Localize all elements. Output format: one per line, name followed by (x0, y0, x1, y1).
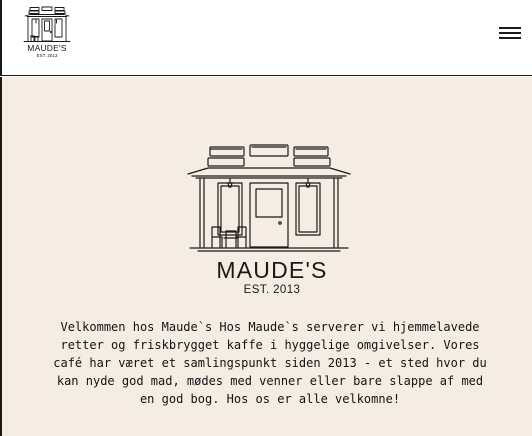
header-logo[interactable]: MAUDE'S EST. 2013 (20, 6, 74, 58)
menu-button[interactable] (496, 22, 526, 42)
cafe-storefront-icon (187, 144, 351, 252)
hero-section: MAUDE'S EST. 2013 Velkommen hos Maude`s … (0, 77, 532, 436)
hero-logo: MAUDE'S EST. 2013 (182, 143, 356, 303)
hero-intro-text: Velkommen hos Maude`s Hos Maude`s server… (53, 320, 487, 406)
menu-bar (499, 27, 521, 29)
menu-bar (499, 32, 521, 34)
cafe-storefront-icon (23, 6, 71, 42)
header-logo-est: EST. 2013 (36, 53, 58, 58)
site-header: MAUDE'S EST. 2013 (0, 0, 532, 76)
menu-bar (499, 37, 521, 39)
hero-logo-est: EST. 2013 (243, 284, 301, 296)
hero-logo-name: MAUDE'S (216, 257, 328, 283)
header-logo-name: MAUDE'S (27, 43, 67, 53)
